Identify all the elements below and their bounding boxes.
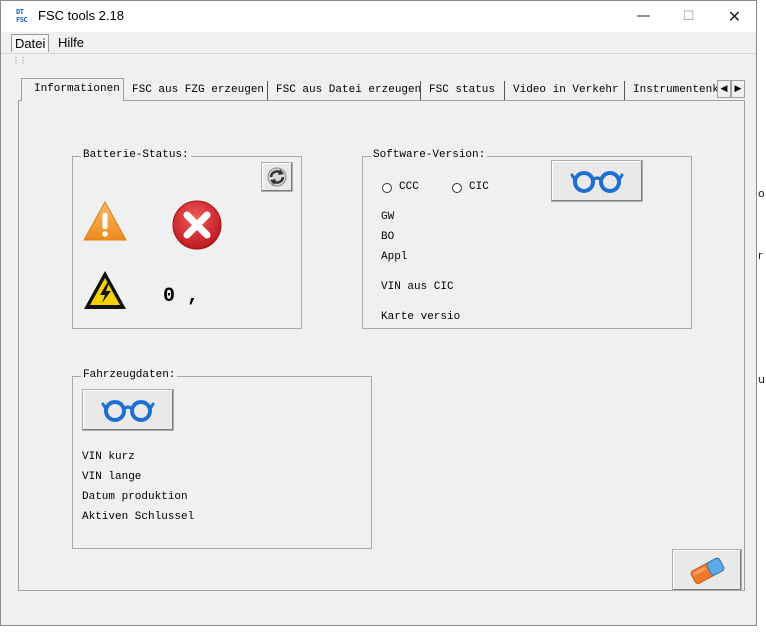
app-window: DT FSC FSC tools 2.18 — ☐ ✕ Datei Hilfe … <box>0 0 757 626</box>
vehicle-vin-kurz-label: VIN kurz <box>82 451 135 463</box>
app-icon-text-top: DT <box>16 8 24 16</box>
tab-video-in-verkehr[interactable]: Video in Verkehr <box>505 81 625 100</box>
tab-informationen[interactable]: Informationen <box>21 78 124 101</box>
vehicle-datum-produktion-label: Datum produktion <box>82 491 188 503</box>
clear-button[interactable] <box>672 549 742 591</box>
menu-hilfe[interactable]: Hilfe <box>55 34 87 51</box>
read-vehicle-data-button[interactable] <box>82 389 174 431</box>
background-text-fragment: u <box>758 373 765 386</box>
software-version-title: Software-Version: <box>371 149 488 161</box>
tab-fsc-aus-datei-erzeugen[interactable]: FSC aus Datei erzeugen <box>268 81 421 100</box>
background-text-fragment: r <box>758 249 763 262</box>
software-gw-label: GW <box>381 211 395 223</box>
read-software-button[interactable] <box>551 160 643 202</box>
refresh-button[interactable] <box>261 162 293 192</box>
error-icon <box>172 200 222 250</box>
tab-control: Informationen FSC aus FZG erzeugen FSC a… <box>18 78 745 591</box>
glasses-icon <box>101 400 155 422</box>
menu-bar: Datei Hilfe <box>1 32 756 54</box>
tab-instrumentenkombi[interactable]: Instrumentenk <box>625 81 717 100</box>
battery-status-title: Batterie-Status: <box>81 149 191 161</box>
minimize-button[interactable]: — <box>621 1 666 31</box>
radio-ccc-label: CCC <box>399 181 419 193</box>
glasses-icon <box>570 171 624 193</box>
software-bo-label: BO <box>381 231 395 243</box>
software-appl-label: Appl <box>381 251 408 263</box>
toolstrip: ⋮⋮ <box>1 54 756 67</box>
background-text-fragment: o <box>758 187 765 200</box>
tab-fsc-status[interactable]: FSC status <box>421 81 505 100</box>
tab-scroll-left-button[interactable]: ◀ <box>717 80 731 98</box>
battery-status-group: Batterie-Status: 0 , <box>72 149 302 329</box>
app-icon-text-bottom: FSC <box>16 16 28 24</box>
window-title: FSC tools 2.18 <box>38 8 124 23</box>
refresh-icon <box>267 167 287 187</box>
radio-cic[interactable] <box>452 183 462 193</box>
close-button[interactable]: ✕ <box>712 1 756 31</box>
toolstrip-grip[interactable]: ⋮⋮ <box>12 56 27 65</box>
maximize-button[interactable]: ☐ <box>666 1 711 31</box>
battery-voltage-value: 0 , <box>163 285 200 308</box>
tab-panel-informationen: Batterie-Status: 0 , Software-Version: C… <box>18 100 745 591</box>
app-icon: DT FSC <box>16 8 32 26</box>
vehicle-aktiven-schlussel-label: Aktiven Schlussel <box>82 511 195 523</box>
vehicle-data-group: Fahrzeugdaten: VIN kurz VIN lange Datum … <box>72 369 372 549</box>
software-vin-aus-cic-label: VIN aus CIC <box>381 281 454 293</box>
title-bar[interactable]: DT FSC FSC tools 2.18 — ☐ ✕ <box>1 1 756 32</box>
tab-fsc-aus-fzg-erzeugen[interactable]: FSC aus FZG erzeugen <box>124 81 268 100</box>
high-voltage-icon <box>84 271 126 309</box>
radio-cic-label: CIC <box>469 181 489 193</box>
vehicle-vin-lange-label: VIN lange <box>82 471 142 483</box>
tab-scroll-right-button[interactable]: ▶ <box>731 80 745 98</box>
warning-icon <box>83 200 127 241</box>
tab-strip: Informationen FSC aus FZG erzeugen FSC a… <box>18 78 745 101</box>
menu-datei[interactable]: Datei <box>11 34 50 52</box>
eraser-icon <box>690 557 725 584</box>
software-version-group: Software-Version: CCC CIC GW BO Appl VIN… <box>362 149 692 329</box>
radio-ccc[interactable] <box>382 183 392 193</box>
vehicle-data-title: Fahrzeugdaten: <box>81 369 178 381</box>
software-karte-version-label: Karte versio <box>381 311 461 323</box>
